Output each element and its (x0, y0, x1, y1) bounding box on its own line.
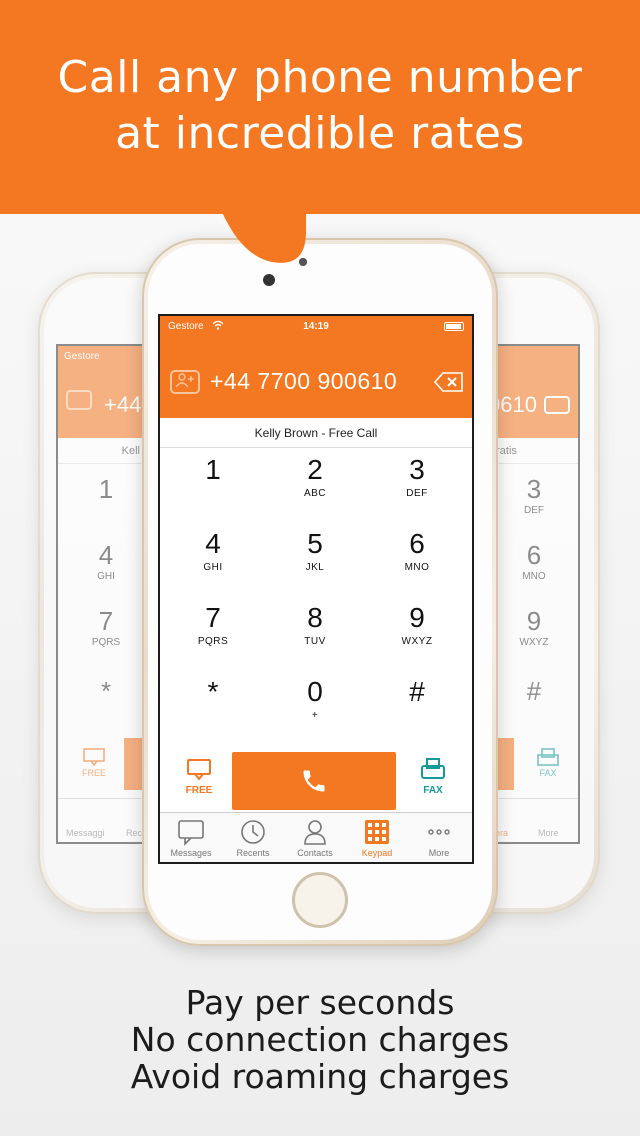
right-key-hash: # (526, 676, 542, 706)
left-contact-line: Kell (58, 438, 144, 464)
tab-contacts[interactable]: Contacts (284, 813, 346, 862)
tab-bar: Messages Recents Contacts Keypad More (160, 812, 472, 862)
right-phone-screen: 0610 gratis 3DEF 6MNO 9WXYZ # FAX stiera… (486, 344, 580, 844)
tab-recents[interactable]: Recents (222, 813, 284, 862)
banner-pointer (222, 212, 306, 263)
right-key-3: 3 DEF (524, 474, 544, 516)
right-fax-button: FAX (526, 748, 570, 778)
right-key-6: 6 MNO (522, 540, 546, 582)
tab-messages[interactable]: Messages (160, 813, 222, 862)
phone-speaker-dot (299, 258, 307, 266)
feature-taglines: Pay per seconds No connection charges Av… (0, 984, 640, 1095)
add-contact-icon[interactable] (170, 370, 200, 394)
tab-more[interactable]: More (408, 813, 470, 862)
battery-icon (444, 322, 464, 331)
more-dots-icon (428, 829, 450, 835)
left-free-chat-icon (83, 748, 105, 767)
left-phone-screen: Gestore +44 Kell 1 4 GHI 7 PQRS * FREE Mes… (56, 344, 146, 844)
key-1[interactable]: 1 (163, 450, 263, 520)
tagline-1: Pay per seconds (185, 983, 455, 1022)
phone-icon (303, 770, 325, 792)
call-actions: FREE FAX (160, 744, 472, 816)
left-key-star: * (100, 676, 112, 706)
promo-page: Gestore +44 Kell 1 4 GHI 7 PQRS * FREE Mes… (0, 0, 640, 1136)
matched-contact: Kelly Brown - Free Call (160, 418, 472, 448)
chat-bubble-icon (187, 759, 211, 781)
key-4[interactable]: 4 GHI (163, 524, 263, 594)
call-button[interactable] (232, 752, 396, 810)
backspace-icon[interactable] (434, 372, 464, 392)
keypad: 1 2 ABC 3 DEF 4 GHI 5 JKL 6 MNO 7 PQRS 8 TUV 9W… (160, 448, 472, 744)
chat-bubble-icon (178, 820, 204, 846)
status-bar: Gestore 14:19 (160, 316, 472, 338)
left-add-contact-icon (66, 390, 92, 410)
fax-button[interactable]: FAX (408, 758, 458, 806)
fax-icon (421, 758, 445, 779)
key-5[interactable]: 5 JKL (265, 524, 365, 594)
phone-camera (263, 274, 275, 286)
tagline-3: Avoid roaming charges (130, 1057, 510, 1096)
key-0[interactable]: 0 + (265, 672, 365, 742)
headline-banner: Call any phone number at incredible rate… (0, 0, 640, 214)
right-contact-line: gratis (488, 438, 578, 464)
left-key-7: 7 PQRS (91, 606, 121, 648)
key-3[interactable]: 3 DEF (367, 450, 467, 520)
left-free-button: FREE (72, 748, 116, 778)
free-label: FREE (185, 785, 213, 796)
tagline-2: No connection charges (130, 1020, 510, 1059)
person-icon (304, 820, 326, 845)
key-6[interactable]: 6 MNO (367, 524, 467, 594)
left-key-1: 1 (98, 474, 114, 504)
right-backspace-icon (544, 396, 570, 414)
right-key-9: 9 WXYZ (519, 606, 549, 648)
clock-icon (241, 820, 265, 844)
number-bar: +44 7700 900610 (160, 338, 472, 418)
left-tab-recents: Rec (126, 828, 143, 838)
key-star[interactable]: * (163, 672, 263, 742)
headline-line-2: at incredible rates (115, 108, 525, 159)
right-fax-icon (537, 748, 559, 766)
dialer-screen: Gestore 14:19 +44 7700 900610 Kelly Brow… (158, 314, 474, 864)
tab-keypad[interactable]: Keypad (346, 813, 408, 862)
left-key-4: 4 GHI (97, 540, 115, 582)
left-number: +44 (104, 392, 142, 417)
key-2[interactable]: 2 ABC (265, 450, 365, 520)
status-time: 14:19 (303, 321, 329, 332)
right-tab-more: More (538, 828, 559, 838)
left-tab-messages: Messaggi (66, 828, 105, 838)
left-carrier: Gestore (64, 351, 100, 362)
key-9[interactable]: 9 WXYZ (367, 598, 467, 668)
free-message-button[interactable]: FREE (174, 758, 224, 806)
key-7[interactable]: 7 PQRS (163, 598, 263, 668)
key-hash[interactable]: # (367, 672, 467, 742)
fax-label: FAX (423, 785, 443, 796)
dialed-number: +44 7700 900610 (210, 368, 398, 394)
key-8[interactable]: 8 TUV (265, 598, 365, 668)
headline-line-1: Call any phone number (57, 52, 583, 103)
home-button[interactable] (292, 872, 348, 928)
keypad-icon (365, 820, 389, 844)
